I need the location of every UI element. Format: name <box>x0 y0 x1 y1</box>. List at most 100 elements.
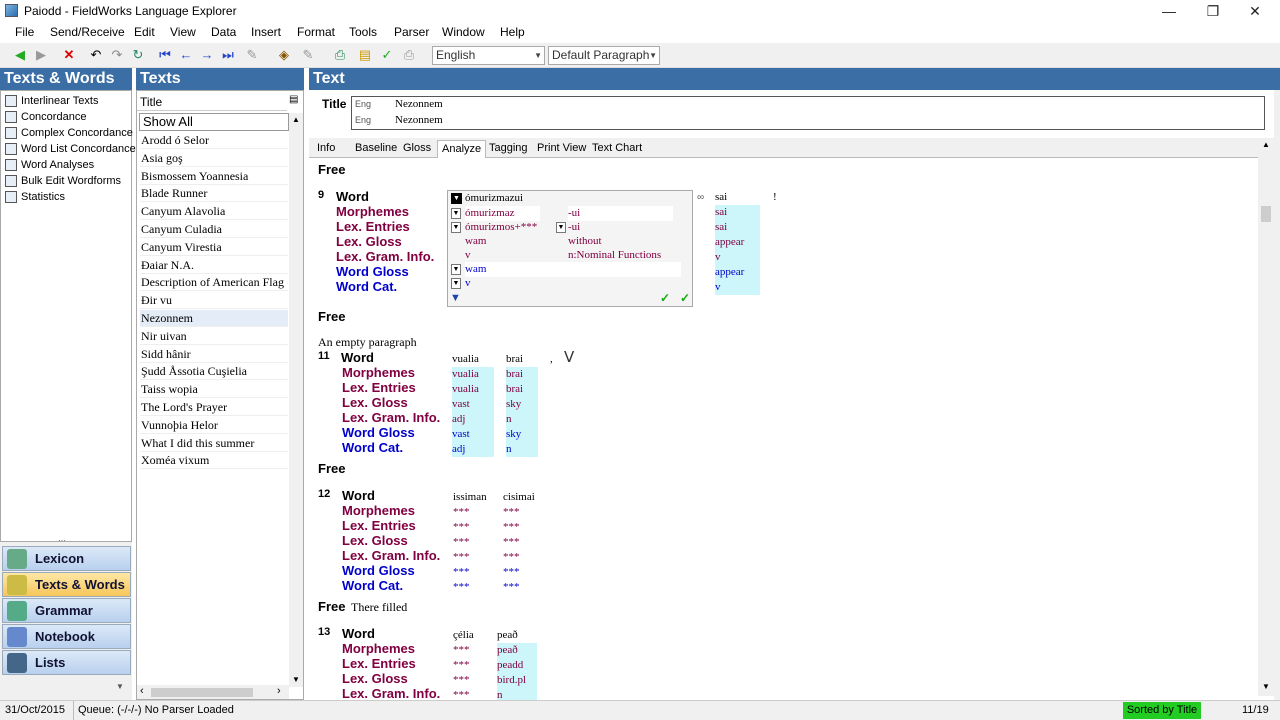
forward-icon[interactable]: ▶ <box>33 47 49 63</box>
tool-statistics[interactable]: Statistics <box>5 189 65 205</box>
morph-cell[interactable]: *** <box>503 505 520 520</box>
lex-gram-cell[interactable]: v <box>715 250 760 265</box>
word-cell[interactable]: cisimai <box>503 490 535 505</box>
wcat-cell[interactable]: n <box>506 442 538 457</box>
tab-baseline[interactable]: Baseline <box>351 140 401 158</box>
title-value[interactable]: Nezonnem <box>395 98 443 110</box>
text-vertical-scrollbar[interactable]: ▲ ▼ <box>1258 138 1274 696</box>
area-texts-words-button[interactable]: Texts & Words <box>2 572 131 597</box>
word-cell[interactable]: çélia <box>453 628 474 643</box>
tab-gloss[interactable]: Gloss <box>399 140 435 158</box>
text-list-item[interactable]: Sidd hânir <box>140 346 288 363</box>
text-list-item[interactable]: Nir uivan <box>140 328 288 345</box>
print-icon[interactable]: ⎙ <box>401 47 417 63</box>
text-list-item[interactable]: What I did this summer <box>140 435 288 452</box>
scroll-thumb[interactable] <box>151 688 253 697</box>
menu-help[interactable]: Help <box>500 25 525 39</box>
tool-concordance[interactable]: Concordance <box>5 109 86 125</box>
wgloss-cell[interactable]: *** <box>453 565 470 580</box>
title-field[interactable]: Eng Nezonnem Eng Nezonnem <box>351 96 1265 130</box>
tool-bulk-edit-wordforms[interactable]: Bulk Edit Wordforms <box>5 173 121 189</box>
dropdown-icon[interactable]: ▼ <box>451 193 462 204</box>
restore-button[interactable]: ❐ <box>1198 1 1228 21</box>
dropdown-icon[interactable]: ▼ <box>451 208 461 219</box>
entry-cell[interactable]: peadd <box>497 658 537 673</box>
menu-insert[interactable]: Insert <box>251 25 281 39</box>
dropdown-icon[interactable]: ▼ <box>451 222 461 233</box>
refresh-icon[interactable]: ↻ <box>130 47 146 63</box>
area-grammar-button[interactable]: Grammar <box>2 598 131 623</box>
tab-analyze[interactable]: Analyze <box>437 140 487 158</box>
menu-format[interactable]: Format <box>297 25 335 39</box>
tab-tagging[interactable]: Tagging <box>485 140 532 158</box>
entry-cell[interactable]: brai <box>506 382 538 397</box>
lex-entry-cell[interactable]: sai <box>715 220 760 235</box>
menu-file[interactable]: File <box>15 25 34 39</box>
link-icon[interactable]: ∞ <box>697 192 704 203</box>
check-icon[interactable]: ✓ <box>379 47 395 63</box>
word-cat-cell[interactable]: v <box>715 280 760 295</box>
sandbox-morph[interactable]: ómurizmaz <box>465 206 540 221</box>
splitter-grip[interactable]: ⋯ <box>58 536 66 545</box>
text-list-item[interactable]: Description of American Flag <box>140 274 288 292</box>
sandbox-word-gloss[interactable]: wam <box>465 262 681 277</box>
text-list-item[interactable]: Blade Runner <box>140 185 288 203</box>
text-list-item[interactable]: The Lord's Prayer <box>140 399 288 416</box>
text-list-item[interactable]: Canyum Culadia <box>140 221 288 238</box>
word-cell[interactable]: peað <box>497 628 518 643</box>
morph-cell[interactable]: *** <box>453 643 470 658</box>
tab-info[interactable]: Info <box>313 140 339 158</box>
edit-icon[interactable]: ✎ <box>244 47 260 63</box>
word-cell[interactable]: vualia <box>452 352 479 367</box>
tool-word-list-concordance[interactable]: Word List Concordance <box>5 141 136 157</box>
filter-show-all[interactable]: Show All <box>139 113 289 131</box>
text-list-item[interactable]: Taiss wopia <box>140 381 288 399</box>
expand-icon[interactable]: ▼ <box>450 292 461 304</box>
gram-cell[interactable]: adj <box>452 412 494 427</box>
menu-window[interactable]: Window <box>442 25 485 39</box>
import-icon[interactable]: ⎙ <box>332 47 348 63</box>
free-translation[interactable]: There filled <box>351 600 407 615</box>
gram-cell[interactable]: n <box>506 412 538 427</box>
title-value[interactable]: Nezonnem <box>395 114 443 126</box>
text-list-item[interactable]: Canyum Alavolia <box>140 203 288 221</box>
menu-edit[interactable]: Edit <box>134 25 155 39</box>
entry-cell[interactable]: *** <box>503 520 520 535</box>
morph-cell[interactable]: peað <box>497 643 537 658</box>
area-notebook-button[interactable]: Notebook <box>2 624 131 649</box>
word-sai[interactable]: sai <box>715 190 727 205</box>
tool-interlinear-texts[interactable]: Interlinear Texts <box>5 93 98 109</box>
chevron-left-icon[interactable]: ‹ <box>140 685 144 697</box>
next-record-icon[interactable]: → <box>199 47 215 63</box>
minimize-button[interactable]: — <box>1154 1 1184 21</box>
text-list-item[interactable]: Đir vu <box>140 292 288 310</box>
dropdown-icon[interactable]: ▼ <box>556 222 566 233</box>
column-header-title[interactable]: Title <box>137 93 287 111</box>
word-cell[interactable]: issiman <box>453 490 487 505</box>
sandbox-entry[interactable]: -ui <box>568 220 580 235</box>
text-list-item[interactable]: Vunnoþia Helor <box>140 417 288 434</box>
approve-icon[interactable]: ✓ <box>680 291 690 305</box>
redo-icon[interactable]: ↷ <box>109 47 125 63</box>
menu-parser[interactable]: Parser <box>394 25 429 39</box>
first-record-icon[interactable]: ⏮ <box>157 47 173 63</box>
outer-scrollbar[interactable] <box>1274 90 1280 700</box>
gram-cell[interactable]: *** <box>453 550 470 565</box>
wcat-cell[interactable]: adj <box>452 442 494 457</box>
area-lists-button[interactable]: Lists <box>2 650 131 675</box>
entry-cell[interactable]: *** <box>453 658 470 673</box>
gloss-cell[interactable]: *** <box>503 535 520 550</box>
text-list-item[interactable]: Xoméa vixum <box>140 452 288 470</box>
area-lexicon-button[interactable]: Lexicon <box>2 546 131 571</box>
text-list-item[interactable]: Bismossem Yoannesia <box>140 168 288 185</box>
wgloss-cell[interactable]: *** <box>503 565 520 580</box>
chevron-up-icon[interactable]: ▲ <box>292 115 300 124</box>
list-horizontal-scrollbar[interactable]: ‹ › <box>137 685 289 699</box>
delete-icon[interactable]: ✕ <box>61 47 77 63</box>
word-gloss-cell[interactable]: appear <box>715 265 760 280</box>
column-config-icon[interactable]: ▤ <box>289 94 298 105</box>
tab-print-view[interactable]: Print View <box>533 140 590 158</box>
menu-data[interactable]: Data <box>211 25 236 39</box>
text-list-item[interactable]: Asia goş <box>140 150 288 167</box>
chevron-down-icon[interactable]: ▼ <box>1262 682 1270 691</box>
